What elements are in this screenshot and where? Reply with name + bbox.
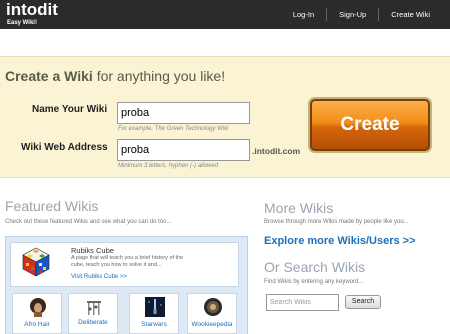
- search-button[interactable]: Search: [345, 295, 381, 309]
- create-button[interactable]: Create: [310, 99, 430, 151]
- logo-tagline: Easy Wiki!: [7, 20, 37, 26]
- thumb-label: Deliberate: [78, 319, 108, 326]
- nav-login-link[interactable]: Log-In: [281, 0, 326, 29]
- explore-more-wikis-link[interactable]: Explore more Wikis/Users >>: [264, 235, 416, 247]
- search-wikis-title: Or Search Wikis: [264, 259, 366, 275]
- wookieepedia-icon: [203, 297, 223, 317]
- wiki-address-input[interactable]: [117, 139, 250, 161]
- featured-wikis-subtitle: Check out these featured Wikis and see w…: [5, 219, 172, 225]
- featured-wiki-description: A page that will teach you a brief histo…: [71, 255, 184, 268]
- rubiks-cube-icon[interactable]: [21, 247, 51, 277]
- featured-thumb-deliberate[interactable]: Deliberate: [68, 293, 118, 334]
- thumb-label: Afro Hair: [24, 321, 50, 328]
- create-heading-strong: Create a Wiki: [5, 68, 93, 84]
- deliberate-icon: [84, 297, 104, 317]
- logo-text: intodit: [6, 0, 58, 19]
- visit-rubiks-cube-link[interactable]: Visit Rubiks Cube >>: [71, 274, 127, 280]
- featured-thumb-afro-hair[interactable]: Afro Hair: [12, 293, 62, 334]
- thumb-label: Starwars: [141, 321, 167, 328]
- create-button-label: Create: [340, 114, 400, 135]
- nav-signup-link[interactable]: Sign-Up: [327, 0, 378, 29]
- featured-thumb-starwars[interactable]: Starwars: [129, 293, 179, 334]
- wiki-name-input[interactable]: [117, 102, 250, 124]
- featured-wikis-title: Featured Wikis: [5, 198, 99, 214]
- search-wikis-input[interactable]: [266, 294, 339, 311]
- wiki-name-label: Name Your Wiki: [32, 104, 108, 115]
- more-wikis-subtitle: Browse through more Wikis made by people…: [264, 219, 409, 225]
- featured-wiki-name[interactable]: Rubiks Cube: [71, 246, 114, 255]
- nav-create-wiki-link[interactable]: Create Wiki: [379, 0, 442, 29]
- featured-thumb-wookieepedia[interactable]: Wookieepedia: [187, 293, 237, 334]
- create-wiki-heading: Create a Wiki for anything you like!: [5, 67, 225, 85]
- more-wikis-title: More Wikis: [264, 200, 334, 216]
- wiki-address-label: Wiki Web Address: [21, 142, 108, 153]
- intodit-logo[interactable]: intodit Easy Wiki!: [6, 0, 72, 28]
- top-bar: intodit Easy Wiki! Log-In Sign-Up Create…: [0, 0, 450, 29]
- afro-hair-icon: [28, 297, 48, 317]
- wiki-address-hint: Minimum 3 letters, hyphen (-) allowed: [118, 163, 219, 169]
- create-heading-rest: for anything you like!: [92, 68, 226, 84]
- thumb-label: Wookieepedia: [191, 321, 233, 328]
- wiki-name-hint: For example, The Green Technology Wiki: [118, 126, 229, 132]
- wiki-address-suffix: .intodit.com: [252, 146, 301, 156]
- top-nav: Log-In Sign-Up Create Wiki: [281, 0, 442, 29]
- search-wikis-subtitle: Find Wikis by entering any keyword...: [264, 279, 364, 285]
- starwars-icon: [145, 297, 165, 317]
